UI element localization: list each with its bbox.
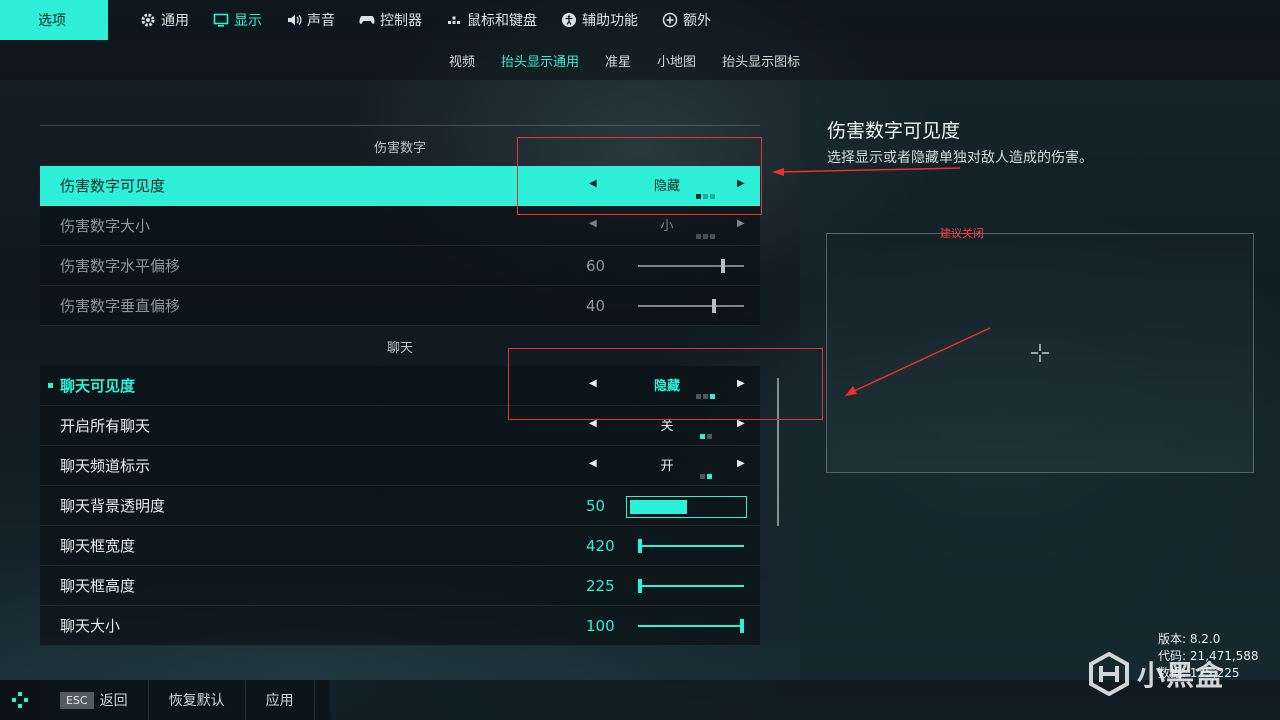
watermark-text: 小黑盒 — [1137, 659, 1225, 692]
reset-default-button[interactable]: 恢复默认 — [149, 680, 246, 720]
back-label: 返回 — [99, 693, 128, 709]
annotation-arrows — [772, 167, 991, 396]
esc-key-badge: ESC — [60, 691, 94, 709]
footer-actions: ESC 返回 恢复默认 应用 — [0, 680, 330, 720]
watermark: 小黑盒 — [1087, 652, 1224, 696]
watermark-logo-icon — [1089, 652, 1129, 696]
apply-button[interactable]: 应用 — [246, 680, 315, 720]
back-button[interactable]: ESC 返回 — [40, 680, 149, 720]
dpad-icon — [0, 680, 40, 720]
version-line: 版本: 8.2.0 — [1158, 632, 1221, 646]
